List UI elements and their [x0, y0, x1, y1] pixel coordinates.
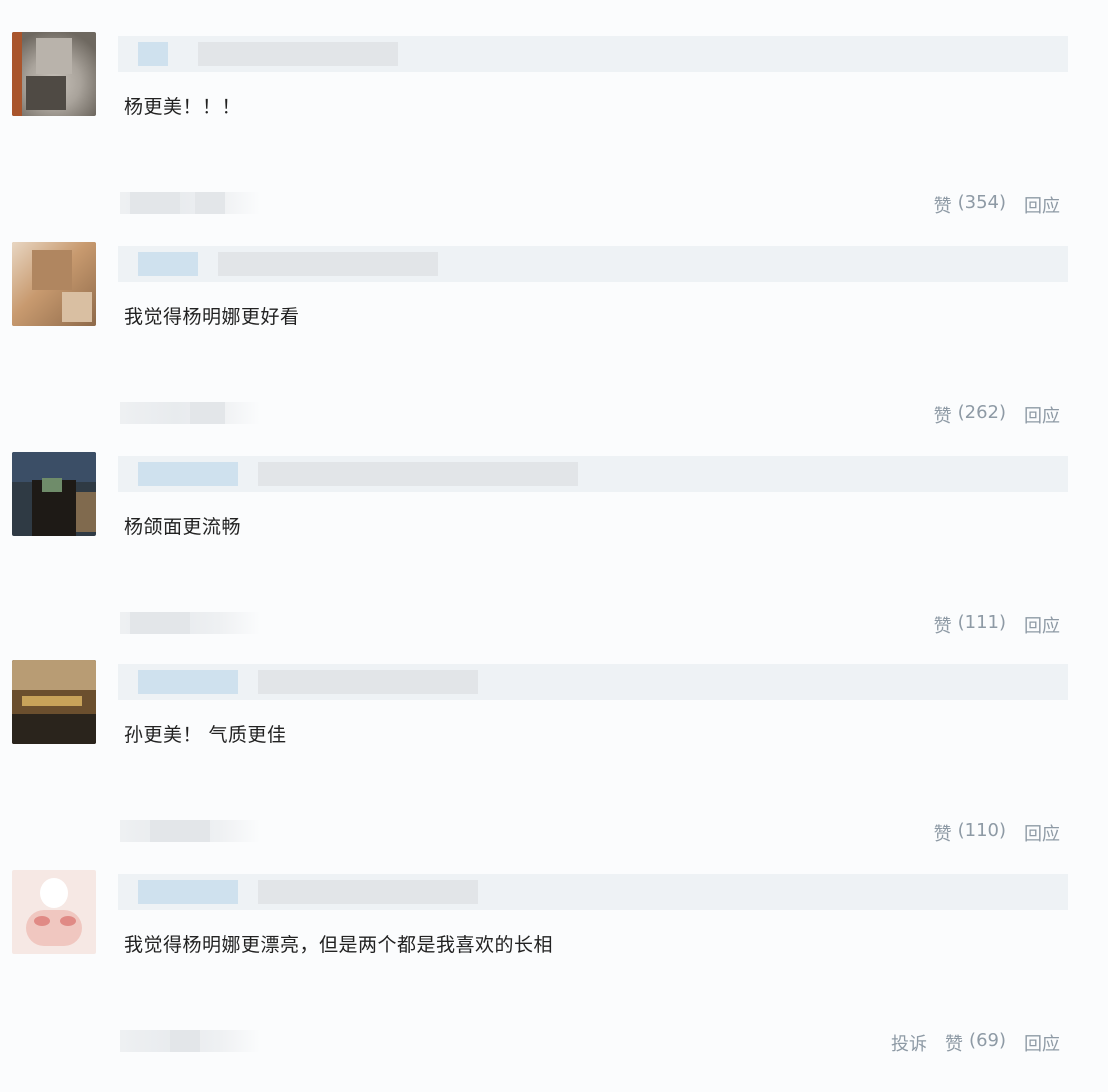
reply-button[interactable]: 回应 [1024, 1030, 1060, 1056]
timestamp-redacted [120, 820, 260, 842]
comment-actions: 赞 (110) 回应 [934, 820, 1060, 846]
like-button[interactable]: 赞 (354) [934, 192, 1006, 218]
comment-actions: 赞 (354) 回应 [934, 192, 1060, 218]
comment-item: 孙更美！ 气质更佳 赞 (110) 回应 [0, 660, 1108, 870]
comment-actions: 投诉 赞 (69) 回应 [891, 1030, 1060, 1056]
timestamp-redacted [120, 192, 260, 214]
reply-button[interactable]: 回应 [1024, 612, 1060, 638]
comment-actions: 赞 (262) 回应 [934, 402, 1060, 428]
like-count: (262) [957, 402, 1006, 423]
username-redacted[interactable] [118, 874, 1068, 910]
username-redacted[interactable] [118, 36, 1068, 72]
like-icon: 赞 [933, 406, 952, 427]
like-button[interactable]: 赞 (69) [945, 1030, 1006, 1056]
avatar[interactable] [12, 870, 96, 954]
comment-item: 我觉得杨明娜更好看 赞 (262) 回应 [0, 242, 1108, 452]
username-redacted[interactable] [118, 246, 1068, 282]
comment-text: 我觉得杨明娜更好看 [124, 306, 300, 328]
avatar[interactable] [12, 242, 96, 326]
like-button[interactable]: 赞 (110) [934, 820, 1006, 846]
like-count: (111) [957, 612, 1006, 633]
like-icon: 赞 [933, 616, 952, 637]
comment-text: 我觉得杨明娜更漂亮，但是两个都是我喜欢的长相 [124, 934, 554, 956]
like-count: (110) [957, 820, 1006, 841]
timestamp-redacted [120, 612, 260, 634]
avatar[interactable] [12, 452, 96, 536]
like-count: (69) [969, 1030, 1006, 1051]
comment-text: 杨颌面更流畅 [124, 516, 242, 538]
comment-item: 杨颌面更流畅 赞 (111) 回应 [0, 452, 1108, 662]
like-button[interactable]: 赞 (111) [934, 612, 1006, 638]
like-count: (354) [957, 192, 1006, 213]
comment-text: 杨更美！！！ [124, 96, 242, 118]
username-redacted[interactable] [118, 664, 1068, 700]
comment-item: 杨更美！！！ 赞 (354) 回应 [0, 32, 1108, 242]
timestamp-redacted [120, 1030, 260, 1052]
reply-button[interactable]: 回应 [1024, 402, 1060, 428]
like-icon: 赞 [933, 196, 952, 217]
like-icon: 赞 [933, 824, 952, 845]
comment-text: 孙更美！ 气质更佳 [124, 724, 287, 746]
username-redacted[interactable] [118, 456, 1068, 492]
reply-button[interactable]: 回应 [1024, 820, 1060, 846]
like-icon: 赞 [945, 1034, 964, 1055]
comment-item: 我觉得杨明娜更漂亮，但是两个都是我喜欢的长相 投诉 赞 (69) 回应 [0, 870, 1108, 1080]
like-button[interactable]: 赞 (262) [934, 402, 1006, 428]
timestamp-redacted [120, 402, 260, 424]
reply-button[interactable]: 回应 [1024, 192, 1060, 218]
avatar[interactable] [12, 660, 96, 744]
report-button[interactable]: 投诉 [891, 1030, 927, 1056]
avatar[interactable] [12, 32, 96, 116]
comment-actions: 赞 (111) 回应 [934, 612, 1060, 638]
